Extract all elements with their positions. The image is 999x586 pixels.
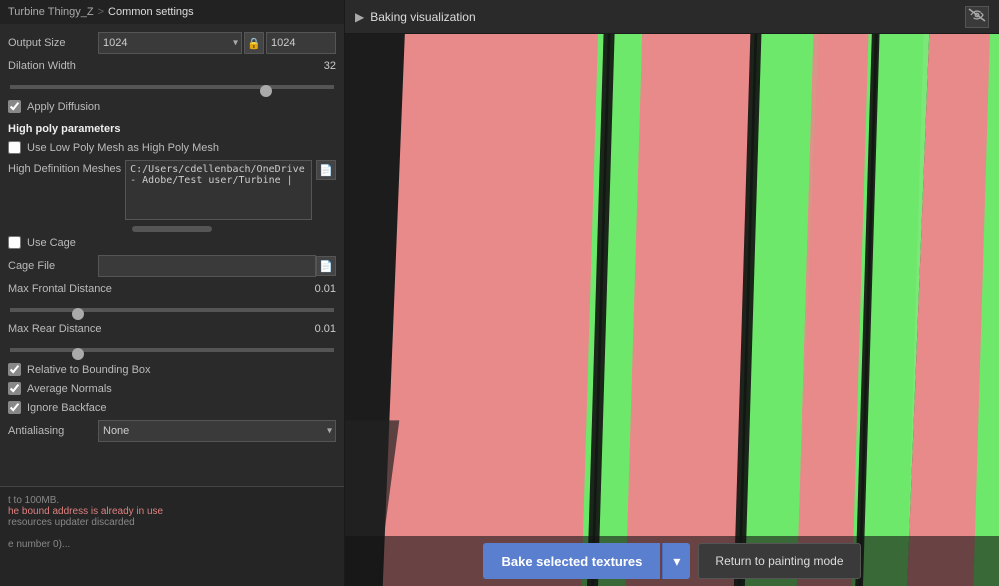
high-def-meshes-label: High Definition Meshes (8, 160, 121, 175)
cage-file-input[interactable] (98, 255, 316, 277)
log-line1: t to 100MB. (8, 495, 336, 506)
log-line2: he bound address is already in use (8, 506, 336, 517)
use-cage-checkbox[interactable] (8, 236, 21, 249)
high-poly-section-title: High poly parameters (8, 123, 336, 135)
max-frontal-row: Max Frontal Distance 0.01 (8, 283, 336, 295)
bottom-bar: Bake selected textures ▾ Return to paint… (345, 536, 999, 586)
baking-header: ▶ Baking visualization (345, 0, 999, 34)
log-line4 (8, 528, 336, 539)
eye-toggle-button[interactable] (965, 6, 989, 28)
baking-title: Baking visualization (370, 10, 965, 24)
max-frontal-value: 0.01 (306, 283, 336, 295)
output-size-label: Output Size (8, 37, 98, 49)
dilation-width-row: Dilation Width 32 (8, 60, 336, 72)
antialiasing-label: Antialiasing (8, 425, 98, 437)
baking-visualization (345, 34, 999, 586)
baking-expand-icon[interactable]: ▶ (355, 10, 364, 24)
relative-bb-label[interactable]: Relative to Bounding Box (27, 364, 151, 376)
use-low-poly-label[interactable]: Use Low Poly Mesh as High Poly Mesh (27, 142, 219, 154)
max-frontal-slider-container (8, 301, 336, 315)
apply-diffusion-row: Apply Diffusion (8, 100, 336, 113)
max-rear-row: Max Rear Distance 0.01 (8, 323, 336, 335)
use-cage-label[interactable]: Use Cage (27, 237, 76, 249)
log-line5: e number 0)... (8, 539, 336, 550)
apply-diffusion-label[interactable]: Apply Diffusion (27, 101, 100, 113)
ignore-backface-label[interactable]: Ignore Backface (27, 402, 107, 414)
average-normals-checkbox[interactable] (8, 382, 21, 395)
ignore-backface-row: Ignore Backface (8, 401, 336, 414)
cage-file-row: Cage File 📄 (8, 255, 336, 277)
breadcrumb-separator: > (98, 6, 104, 18)
bake-dropdown-icon: ▾ (673, 553, 680, 570)
use-cage-row: Use Cage (8, 236, 336, 249)
bake-selected-button[interactable]: Bake selected textures (483, 543, 660, 579)
breadcrumb: Turbine Thingy_Z > Common settings (0, 0, 344, 24)
dilation-width-label: Dilation Width (8, 60, 98, 72)
use-low-poly-checkbox[interactable] (8, 141, 21, 154)
max-rear-value: 0.01 (306, 323, 336, 335)
max-frontal-slider[interactable] (10, 308, 334, 312)
average-normals-label[interactable]: Average Normals (27, 383, 112, 395)
relative-bb-row: Relative to Bounding Box (8, 363, 336, 376)
eye-icon (968, 8, 986, 25)
return-to-painting-button[interactable]: Return to painting mode (698, 543, 860, 579)
canvas-area (345, 34, 999, 586)
bake-dropdown-button[interactable]: ▾ (662, 543, 690, 579)
high-def-meshes-browse-button[interactable]: 📄 (316, 160, 336, 180)
relative-bb-checkbox[interactable] (8, 363, 21, 376)
breadcrumb-current: Common settings (108, 6, 194, 18)
dilation-width-slider[interactable] (10, 85, 334, 89)
log-line3: resources updater discarded (8, 517, 336, 528)
apply-diffusion-checkbox[interactable] (8, 100, 21, 113)
use-low-poly-row: Use Low Poly Mesh as High Poly Mesh (8, 141, 336, 154)
output-size-select-wrapper: 1024 512 2048 4096 ▾ (98, 32, 242, 54)
breadcrumb-root[interactable]: Turbine Thingy_Z (8, 6, 94, 18)
ignore-backface-checkbox[interactable] (8, 401, 21, 414)
antialiasing-select-wrapper: None 2x 4x ▾ (98, 420, 336, 442)
left-panel: Turbine Thingy_Z > Common settings Outpu… (0, 0, 345, 586)
scrollbar-indicator (132, 226, 212, 232)
antialiasing-select[interactable]: None 2x 4x (98, 420, 336, 442)
output-size-display: 1024 (266, 32, 336, 54)
high-def-meshes-row: High Definition Meshes C:/Users/cdellenb… (8, 160, 336, 220)
max-rear-label: Max Rear Distance (8, 323, 102, 335)
panel-content: Output Size 1024 512 2048 4096 ▾ 🔒 1024 … (0, 24, 344, 486)
high-def-meshes-path[interactable]: C:/Users/cdellenbach/OneDrive - Adobe/Te… (125, 160, 312, 220)
max-frontal-label: Max Frontal Distance (8, 283, 112, 295)
antialiasing-row: Antialiasing None 2x 4x ▾ (8, 420, 336, 442)
right-panel: ▶ Baking visualization ID (345, 0, 999, 586)
average-normals-row: Average Normals (8, 382, 336, 395)
cage-file-label: Cage File (8, 260, 98, 272)
max-rear-slider[interactable] (10, 348, 334, 352)
max-rear-slider-container (8, 341, 336, 355)
dilation-width-slider-container (8, 78, 336, 92)
output-size-select[interactable]: 1024 512 2048 4096 (98, 32, 242, 54)
lock-button[interactable]: 🔒 (244, 32, 264, 54)
dilation-width-value: 32 (306, 60, 336, 72)
bottom-log: t to 100MB. he bound address is already … (0, 486, 344, 586)
output-size-row: Output Size 1024 512 2048 4096 ▾ 🔒 1024 … (8, 32, 336, 54)
cage-file-browse-button[interactable]: 📄 (316, 256, 336, 276)
